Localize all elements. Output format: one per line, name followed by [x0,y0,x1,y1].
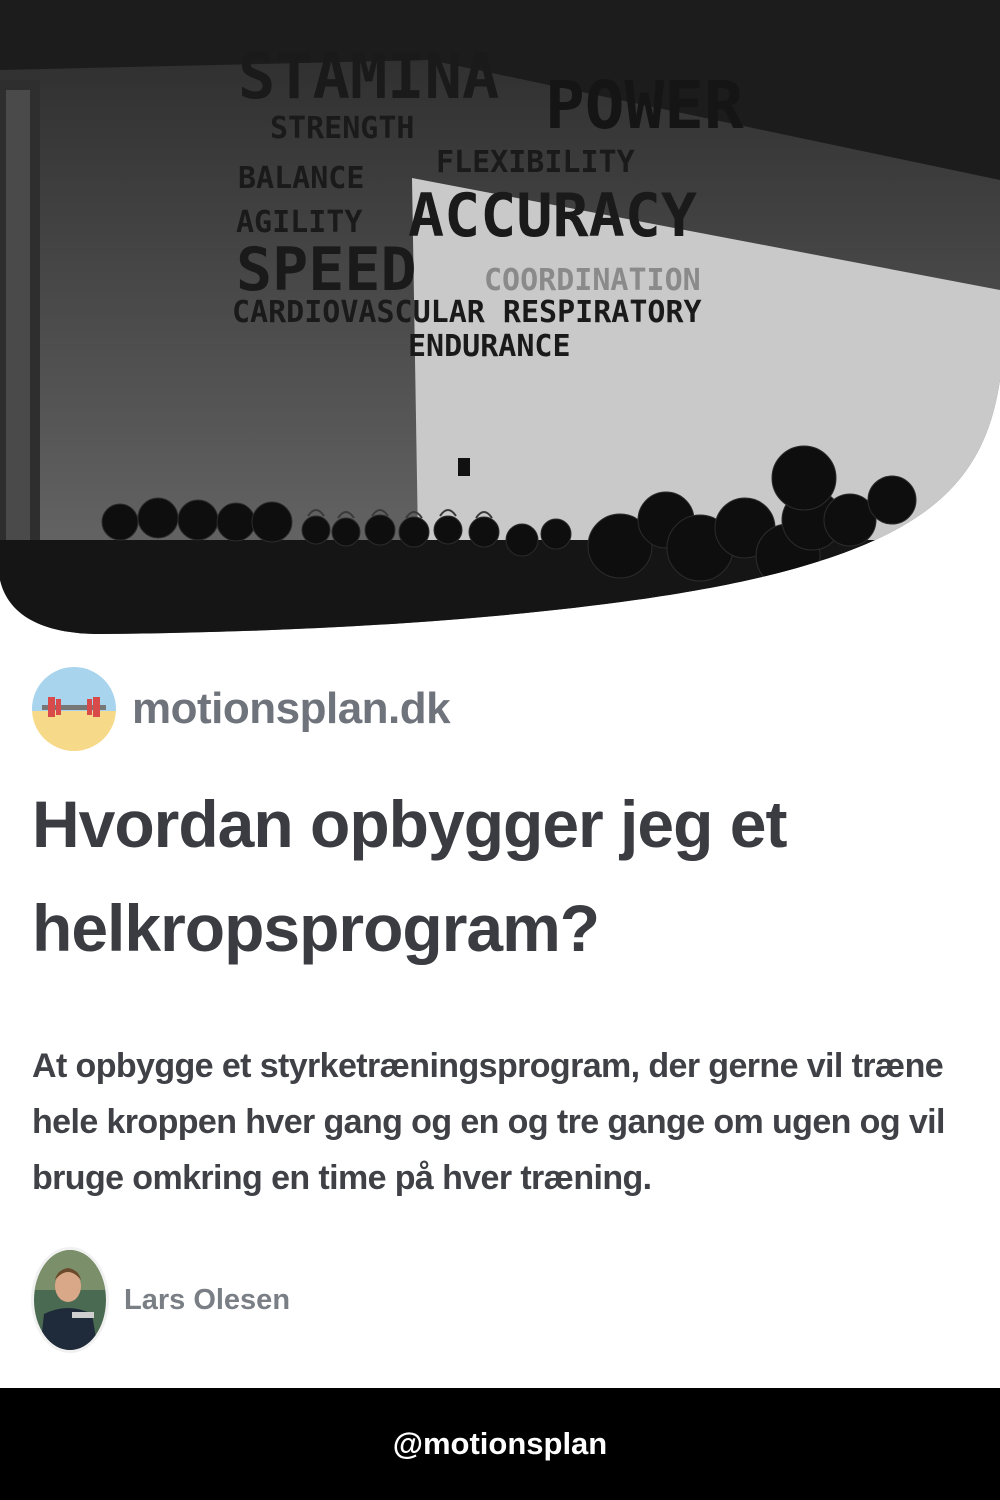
wall-word: FLEXIBILITY [436,145,635,180]
wall-word: STRENGTH [270,111,415,146]
footer-bar: @motionsplan [0,1388,1000,1500]
social-handle[interactable]: @motionsplan [393,1426,608,1462]
gym-wall-photo: STAMINA POWER STRENGTH FLEXIBILITY BALAN… [0,0,1000,634]
wall-word: CARDIOVASCULAR RESPIRATORY [232,295,702,330]
site-name: motionsplan.dk [132,684,451,733]
barbell-icon [32,667,116,751]
wall-word: POWER [545,67,744,144]
wall-word: ACCURACY [408,181,697,251]
wall-word: COORDINATION [484,263,701,298]
site-brand[interactable]: motionsplan.dk [32,666,451,752]
wall-word: STAMINA [238,40,499,113]
wall-word: BALANCE [238,161,364,196]
author-name: Lars Olesen [124,1283,291,1316]
hero-image: STAMINA POWER STRENGTH FLEXIBILITY BALAN… [0,0,1000,640]
article-title: Hvordan opbygger jeg et helkropsprogram? [32,787,787,965]
article-description: At opbygge et styrketræningsprogram, der… [32,1047,945,1197]
wall-word: ENDURANCE [408,329,571,364]
avatar [34,1250,106,1350]
author-byline[interactable]: Lars Olesen [34,1250,290,1350]
